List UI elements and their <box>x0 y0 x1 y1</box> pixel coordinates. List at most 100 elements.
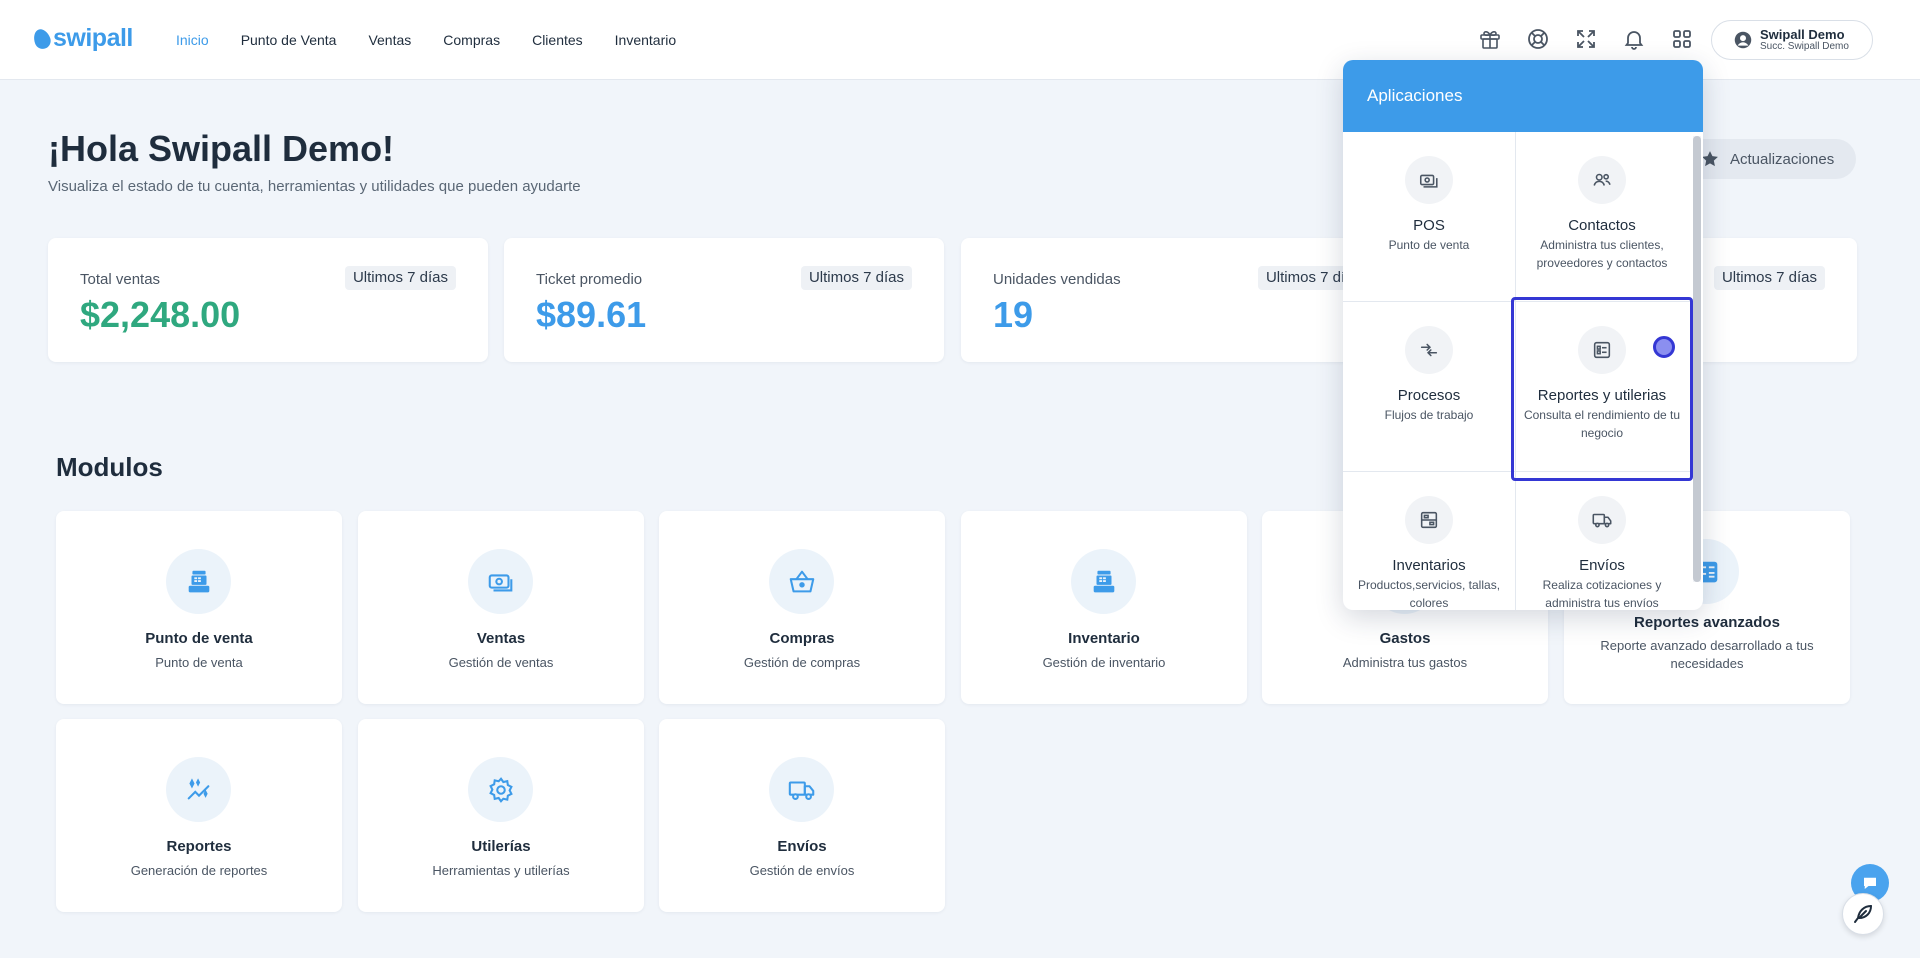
stat-card-unidades-vendidas: Unidades vendidas 19 Ultimos 7 días <box>961 238 1401 362</box>
app-reportes-y-utilerias[interactable]: Reportes y utilerias Consulta el rendimi… <box>1511 297 1693 481</box>
module-name: Inventario <box>1068 630 1140 647</box>
module-ventas[interactable]: Ventas Gestión de ventas <box>358 511 644 704</box>
feather-icon <box>1854 905 1872 923</box>
app-description: Consulta el rendimiento de tu negocio <box>1523 408 1681 440</box>
stat-period-badge: Ultimos 7 días <box>1713 266 1825 290</box>
logo-text: swipall <box>53 24 133 52</box>
module-description: Herramientas y utilerías <box>432 863 570 878</box>
app-description: Punto de venta <box>1388 238 1470 252</box>
module-description: Gestión de envíos <box>749 863 855 878</box>
app-description: Administra tus clientes, proveedores y c… <box>1536 238 1668 270</box>
app-name: Inventarios <box>1392 557 1466 574</box>
stat-period-badge: Ultimos 7 días <box>344 266 456 290</box>
app-name: POS <box>1413 217 1445 234</box>
stat-value: 19 <box>993 294 1034 335</box>
nav-inicio[interactable]: Inicio <box>176 32 209 48</box>
app-inventarios[interactable]: Inventarios Productos,servicios, tallas,… <box>1343 472 1515 610</box>
page-title: ¡Hola Swipall Demo! <box>48 128 395 169</box>
user-avatar-icon <box>1734 31 1752 49</box>
apps-dropdown: Aplicaciones POS Punto de venta Contacto… <box>1343 60 1703 610</box>
apps-dropdown-title: Aplicaciones <box>1343 60 1703 132</box>
module-name: Punto de venta <box>145 630 253 647</box>
money-icon <box>468 549 533 614</box>
chat-bubble-icon <box>1864 877 1876 889</box>
module-punto-de-venta[interactable]: Punto de venta Punto de venta <box>56 511 342 704</box>
app-description: Realiza cotizaciones y administra tus en… <box>1542 578 1662 610</box>
logo-drop-icon <box>31 26 53 51</box>
cash-register-icon <box>1071 549 1136 614</box>
module-compras[interactable]: Compras Gestión de compras <box>659 511 945 704</box>
user-info: Swipall Demo Succ. Swipall Demo <box>1760 28 1849 52</box>
arrows-icon <box>1405 326 1453 374</box>
module-name: Envíos <box>777 838 827 855</box>
module-description: Administra tus gastos <box>1342 655 1468 670</box>
app-description: Flujos de trabajo <box>1384 408 1474 422</box>
gift-icon[interactable] <box>1477 26 1503 52</box>
module-name: Reportes avanzados <box>1634 614 1780 631</box>
nav-clientes[interactable]: Clientes <box>532 32 583 48</box>
module-description: Generación de reportes <box>130 863 268 878</box>
modules-heading: Modulos <box>56 452 163 482</box>
module-envios[interactable]: Envíos Gestión de envíos <box>659 719 945 912</box>
app-name: Reportes y utilerias <box>1537 387 1667 404</box>
user-menu-button[interactable]: Swipall Demo Succ. Swipall Demo <box>1711 20 1873 60</box>
apps-scrollbar[interactable] <box>1693 136 1701 582</box>
app-procesos[interactable]: Procesos Flujos de trabajo <box>1343 302 1515 472</box>
module-name: Gastos <box>1379 630 1431 647</box>
stat-label: Unidades vendidas <box>993 271 1121 288</box>
nav-ventas[interactable]: Ventas <box>368 32 411 48</box>
user-name: Swipall Demo <box>1760 27 1845 42</box>
nav-punto-de-venta[interactable]: Punto de Venta <box>241 32 337 48</box>
module-description: Gestión de compras <box>743 655 861 670</box>
truck-icon <box>1578 496 1626 544</box>
people-icon <box>1578 156 1626 204</box>
cash-register-icon <box>166 549 231 614</box>
report-icon <box>1578 326 1626 374</box>
main-nav: Inicio Punto de Venta Ventas Compras Cli… <box>176 0 676 80</box>
module-description: Reporte avanzado desarrollado a tus nece… <box>1600 638 1814 671</box>
user-branch: Succ. Swipall Demo <box>1760 41 1849 52</box>
apps-scrollbar-thumb[interactable] <box>1693 136 1701 582</box>
updates-button[interactable]: Actualizaciones <box>1680 139 1856 179</box>
gear-icon <box>468 757 533 822</box>
app-envios[interactable]: Envíos Realiza cotizaciones y administra… <box>1516 472 1688 610</box>
page-scrollbar[interactable] <box>1905 80 1920 958</box>
module-name: Reportes <box>166 838 232 855</box>
module-name: Utilerías <box>471 838 531 855</box>
app-name: Contactos <box>1568 217 1636 234</box>
trend-chart-icon <box>166 757 231 822</box>
module-reportes[interactable]: Reportes Generación de reportes <box>56 719 342 912</box>
nav-inventario[interactable]: Inventario <box>615 32 676 48</box>
stat-value: $2,248.00 <box>80 294 241 335</box>
header-icon-group <box>1477 26 1695 52</box>
module-description: Gestión de inventario <box>1042 655 1166 670</box>
module-utilerias[interactable]: Utilerías Herramientas y utilerías <box>358 719 644 912</box>
pointer-cursor-indicator <box>1653 336 1675 358</box>
stat-period-badge: Ultimos 7 días <box>800 266 912 290</box>
bell-icon[interactable] <box>1621 26 1647 52</box>
module-name: Ventas <box>476 630 526 647</box>
updates-label: Actualizaciones <box>1730 150 1835 168</box>
app-name: Procesos <box>1397 387 1461 404</box>
module-inventario[interactable]: Inventario Gestión de inventario <box>961 511 1247 704</box>
module-description: Punto de venta <box>155 655 243 670</box>
money-icon <box>1405 156 1453 204</box>
module-description: Gestión de ventas <box>448 655 554 670</box>
nav-compras[interactable]: Compras <box>443 32 500 48</box>
help-circle-icon[interactable] <box>1525 26 1551 52</box>
app-description: Productos,servicios, tallas, colores <box>1357 578 1501 610</box>
inventory-icon <box>1405 496 1453 544</box>
stat-card-ticket-promedio: Ticket promedio $89.61 Ultimos 7 días <box>504 238 944 362</box>
apps-grid-icon[interactable] <box>1669 26 1695 52</box>
app-pos[interactable]: POS Punto de venta <box>1343 132 1515 302</box>
feather-assistant-button[interactable] <box>1842 893 1884 935</box>
app-contactos[interactable]: Contactos Administra tus clientes, prove… <box>1516 132 1688 302</box>
app-name: Envíos <box>1579 557 1625 574</box>
fullscreen-icon[interactable] <box>1573 26 1599 52</box>
stat-card-total-ventas: Total ventas $2,248.00 Ultimos 7 días <box>48 238 488 362</box>
star-icon <box>1702 151 1718 167</box>
stat-label: Total ventas <box>80 271 161 288</box>
stat-label: Ticket promedio <box>536 271 643 288</box>
swipall-logo[interactable]: swipall <box>31 24 133 53</box>
module-name: Compras <box>769 630 835 647</box>
